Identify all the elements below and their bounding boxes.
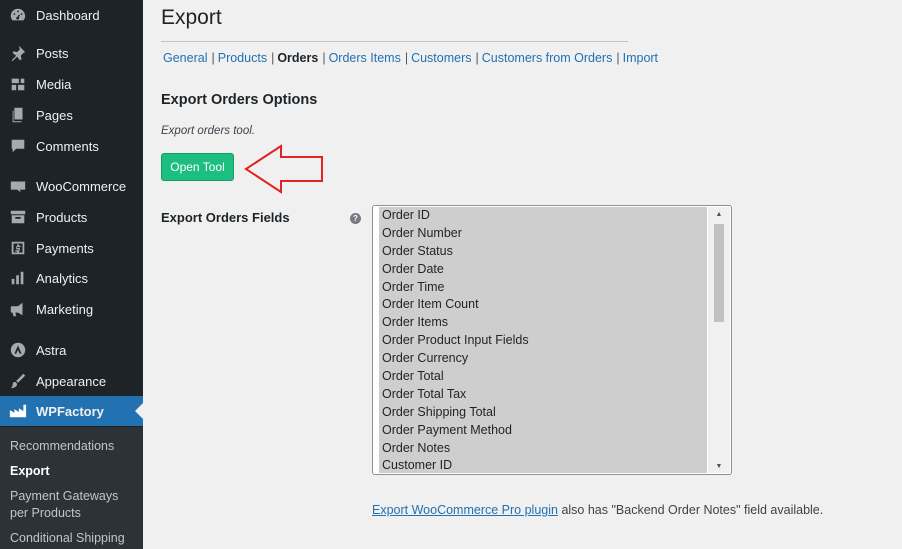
open-tool-button[interactable]: Open Tool <box>161 153 234 181</box>
list-item[interactable]: Order Payment Method <box>379 422 707 440</box>
subnav-import[interactable]: Import <box>623 51 658 65</box>
menu-item-label: Appearance <box>36 373 107 389</box>
menu-item-analytics[interactable]: Analytics <box>0 263 143 293</box>
analytics-icon <box>0 269 36 287</box>
footnote: Export WooCommerce Pro plugin also has "… <box>372 503 823 517</box>
pin-icon <box>0 44 36 62</box>
list-item[interactable]: Order Total Tax <box>379 386 707 404</box>
menu-item-media[interactable]: Media <box>0 69 143 99</box>
list-item[interactable]: Order Total <box>379 368 707 386</box>
scroll-up-icon[interactable]: ▲ <box>708 207 730 221</box>
subnav-orders: Orders <box>277 51 319 65</box>
menu-item-label: Comments <box>36 138 99 154</box>
list-item[interactable]: Order Shipping Total <box>379 404 707 422</box>
subnav-customers[interactable]: Customers <box>411 51 471 65</box>
subnav-products[interactable]: Products <box>218 51 267 65</box>
submenu-item-conditional-shipping[interactable]: Conditional Shipping <box>10 530 138 547</box>
menu-item-woocommerce[interactable]: WooCommerce <box>0 171 143 201</box>
main-content: Export General | Products | Orders | Orders It… <box>143 0 902 549</box>
list-item[interactable]: Order Item Count <box>379 296 707 314</box>
menu-item-label: WPFactory <box>36 403 104 419</box>
payments-icon <box>0 239 36 257</box>
submenu-item-payment-gateways[interactable]: Payment Gateways per Products <box>10 488 138 522</box>
list-item[interactable]: Order Status <box>379 243 707 261</box>
scroll-thumb[interactable] <box>714 224 724 322</box>
section-subnav: General | Products | Orders | Orders Items | Cus… <box>163 51 658 65</box>
subnav-orders-items[interactable]: Orders Items <box>329 51 401 65</box>
list-item[interactable]: Order Product Input Fields <box>379 332 707 350</box>
subnav-separator: | <box>211 51 215 65</box>
wpfactory-icon <box>0 402 36 420</box>
list-item[interactable]: Order Date <box>379 261 707 279</box>
pages-icon <box>0 106 36 124</box>
menu-item-label: Analytics <box>36 270 89 286</box>
menu-item-pages[interactable]: Pages <box>0 100 143 130</box>
comment-icon <box>0 137 36 155</box>
title-divider <box>161 41 628 42</box>
section-title: Export Orders Options <box>161 92 318 108</box>
submenu-item-export[interactable]: Export <box>10 463 138 480</box>
subnav-separator: | <box>404 51 409 65</box>
list-item[interactable]: Order ID <box>379 207 707 225</box>
admin-sidebar: Dashboard Posts Media Pages Comments Woo… <box>0 0 143 549</box>
pro-plugin-link[interactable]: Export WooCommerce Pro plugin <box>372 503 558 517</box>
paintbrush-icon <box>0 372 36 390</box>
fields-multiselect[interactable]: Order ID Order Number Order Status Order… <box>372 205 732 475</box>
subnav-separator: | <box>616 51 620 65</box>
red-arrow-icon <box>244 144 323 194</box>
dashboard-icon <box>0 6 36 24</box>
menu-item-label: Payments <box>36 240 94 256</box>
menu-item-wpfactory[interactable]: WPFactory <box>0 396 143 426</box>
fields-label: Export Orders Fields <box>161 210 290 225</box>
menu-item-astra[interactable]: Astra <box>0 335 143 365</box>
subnav-separator: | <box>322 51 326 65</box>
list-item[interactable]: Order Time <box>379 279 707 297</box>
list-scrollbar[interactable]: ▲ ▼ <box>708 207 730 473</box>
subnav-customers-from-orders[interactable]: Customers from Orders <box>482 51 613 65</box>
list-item[interactable]: Order Currency <box>379 350 707 368</box>
list-item[interactable]: Order Notes <box>379 440 707 458</box>
help-icon[interactable]: ? <box>350 213 361 224</box>
menu-item-comments[interactable]: Comments <box>0 131 143 161</box>
menu-item-marketing[interactable]: Marketing <box>0 294 143 324</box>
page-title: Export <box>161 6 222 29</box>
list-item[interactable]: Order Items <box>379 314 707 332</box>
scroll-down-icon[interactable]: ▼ <box>708 459 730 473</box>
list-item[interactable]: Customer ID <box>379 457 707 473</box>
menu-item-label: WooCommerce <box>36 178 127 194</box>
menu-item-label: Marketing <box>36 301 94 317</box>
menu-item-label: Products <box>36 209 88 225</box>
menu-item-label: Astra <box>36 342 67 358</box>
submenu-item-recommendations[interactable]: Recommendations <box>10 438 138 455</box>
list-item[interactable]: Order Number <box>379 225 707 243</box>
menu-item-products[interactable]: Products <box>0 202 143 232</box>
astra-icon <box>0 341 36 359</box>
section-description: Export orders tool. <box>161 125 255 137</box>
menu-item-dashboard[interactable]: Dashboard <box>0 0 143 30</box>
subnav-general[interactable]: General <box>163 51 207 65</box>
archive-icon <box>0 208 36 226</box>
menu-item-label: Media <box>36 76 72 92</box>
woo-icon <box>0 177 36 195</box>
menu-item-label: Posts <box>36 45 69 61</box>
subnav-separator: | <box>271 51 275 65</box>
menu-item-payments[interactable]: Payments <box>0 233 143 263</box>
menu-item-appearance[interactable]: Appearance <box>0 366 143 396</box>
subnav-separator: | <box>475 51 479 65</box>
footnote-text: also has "Backend Order Notes" field ava… <box>557 503 824 517</box>
fields-list: Order ID Order Number Order Status Order… <box>379 207 707 473</box>
media-icon <box>0 75 36 93</box>
megaphone-icon <box>0 300 36 318</box>
menu-item-label: Dashboard <box>36 7 100 23</box>
menu-item-label: Pages <box>36 107 73 123</box>
menu-item-posts[interactable]: Posts <box>0 38 143 68</box>
wpfactory-submenu: Recommendations Export Payment Gateways … <box>0 427 143 549</box>
